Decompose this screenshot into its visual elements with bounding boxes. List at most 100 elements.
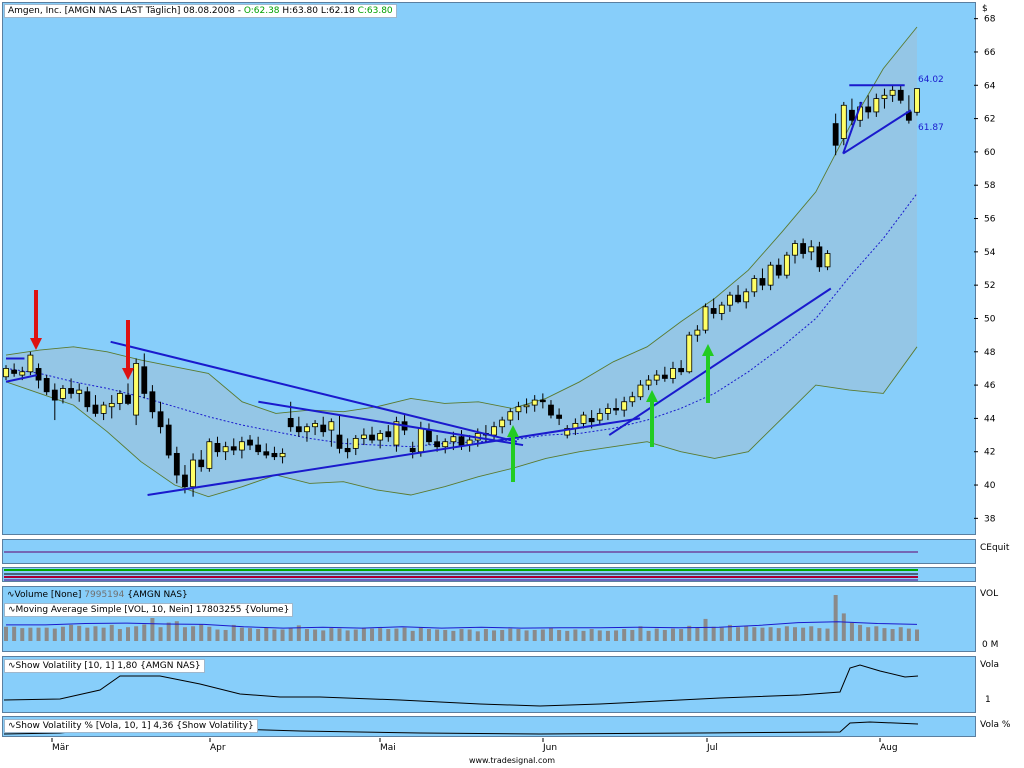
volume-bar (134, 626, 139, 641)
y-tick-label: 58 (984, 181, 996, 191)
candle-down (271, 452, 278, 458)
candle-up (499, 419, 506, 428)
candle-up (645, 379, 652, 386)
x-tick-label: Apr (210, 743, 226, 753)
candle-down (92, 404, 99, 414)
candle-up (507, 411, 514, 421)
candle-up (450, 436, 457, 443)
volume-bar (605, 630, 610, 641)
volume-bar (475, 631, 480, 641)
volume-bar (93, 626, 98, 641)
volume-bar (792, 627, 797, 641)
candle-down (68, 388, 74, 394)
wave-icon: ∿ (8, 605, 16, 615)
volume-bar (402, 627, 407, 641)
candle-down (43, 378, 50, 393)
candle-up (238, 441, 245, 451)
candle-down (710, 308, 717, 314)
volume-bar (540, 629, 545, 641)
candle-down (320, 424, 327, 433)
volume-bar (158, 627, 163, 641)
volume-bar (231, 624, 236, 641)
volume-bar (248, 628, 253, 641)
volume-bar (459, 629, 464, 641)
y-tick-label: 52 (984, 281, 995, 291)
legend-low: L:62.18 (320, 6, 355, 16)
legend-open: O:62.38 (243, 6, 280, 16)
volume-ma-legend: ∿Moving Average Simple [VOL, 10, Nein] 1… (4, 603, 294, 617)
candle-down (678, 368, 685, 373)
y-tick-label: 60 (984, 148, 996, 158)
volume-bar (817, 628, 822, 641)
candle-up (442, 441, 449, 448)
volume-legend-name: Volume [None] (14, 590, 82, 600)
volume-bar (589, 629, 594, 641)
candle-up (808, 246, 815, 253)
candle-up (889, 89, 896, 96)
candle-down (255, 444, 262, 453)
candle-down (426, 429, 432, 443)
candle-down (247, 439, 253, 446)
candle-down (344, 447, 351, 453)
volume-bar (52, 628, 57, 641)
volume-bar (719, 627, 724, 641)
volume-bar (467, 629, 472, 641)
candle-up (328, 421, 335, 431)
volatility-pct-legend: ∿Show Volatility % [Vola, 10, 1] 4,36 {S… (4, 719, 258, 733)
volume-bar (744, 625, 749, 641)
candle-up (76, 389, 83, 394)
candle-down (149, 391, 156, 413)
candle-up (491, 426, 497, 436)
volume-bar (679, 629, 684, 641)
candle-down (759, 278, 766, 286)
y-tick-label: 40 (984, 481, 996, 491)
annotation-lower: 61.87 (918, 123, 944, 133)
volume-bar (44, 627, 49, 641)
volume-bar (20, 628, 25, 641)
y-tick-label: 62 (984, 115, 995, 125)
volume-bar (508, 628, 513, 641)
price-chart: 38 40 42 44 46 48 50 52 54 56 58 60 62 64 66 68 64.02 61.… (3, 15, 996, 753)
volume-bar (890, 629, 895, 641)
volume-bar (532, 629, 537, 641)
volume-bar (166, 622, 171, 641)
candle-up (840, 104, 847, 139)
candle-up (727, 294, 733, 306)
volume-bar (687, 625, 692, 641)
volume-bar (256, 629, 261, 641)
candle-up (108, 403, 115, 408)
legend-date: 08.08.2008 (183, 6, 235, 16)
x-tick-label: Jun (542, 743, 557, 753)
candle-down (385, 431, 392, 438)
y-tick-label: 46 (984, 381, 996, 391)
candle-up (206, 441, 213, 469)
wave-icon: ∿ (8, 721, 16, 731)
volume-bar (69, 624, 74, 641)
candle-down (51, 389, 58, 401)
volume-bar (784, 626, 789, 641)
volume-ma-legend-name: Moving Average Simple [VOL, 10, Nein] (15, 605, 193, 615)
volume-bar (191, 626, 196, 641)
volume-bar (223, 629, 228, 641)
volume-bar (264, 627, 269, 641)
candle-down (800, 243, 807, 254)
volume-bar (768, 627, 773, 641)
candle-down (84, 391, 91, 408)
volume-bar (288, 628, 293, 641)
y-tick-label: 42 (984, 448, 995, 458)
candle-up (751, 278, 758, 293)
candle-down (539, 399, 546, 403)
volume-bar (858, 624, 863, 641)
volume-bar (313, 629, 318, 641)
volume-bar (622, 629, 627, 641)
volume-bar (500, 629, 505, 641)
y-tick-label: 48 (984, 348, 996, 358)
volume-bar (109, 624, 114, 641)
volume-bar (483, 629, 488, 641)
volume-bar (866, 627, 871, 641)
volume-bar (142, 624, 147, 641)
volume-bar (548, 628, 553, 641)
candle-down (336, 434, 343, 449)
volume-bar (329, 628, 334, 641)
candle-down (897, 89, 904, 101)
